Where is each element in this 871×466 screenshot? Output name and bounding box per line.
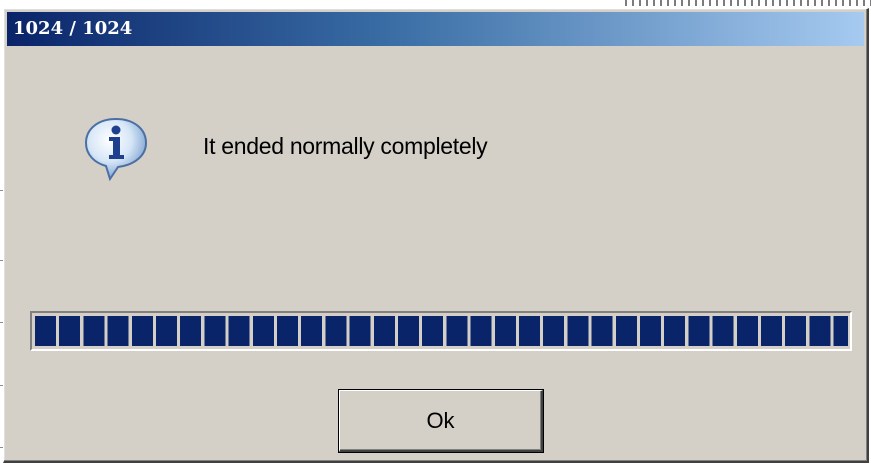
background-window-edge — [625, 0, 871, 6]
completion-dialog: 1024 / 1024 It ended normally completely… — [3, 8, 869, 463]
progress-bar — [30, 311, 852, 351]
dialog-message: It ended normally completely — [203, 133, 488, 159]
info-icon — [84, 117, 148, 182]
progress-fill — [35, 316, 848, 346]
ok-button[interactable]: Ok — [338, 389, 544, 453]
dialog-title: 1024 / 1024 — [7, 12, 864, 46]
